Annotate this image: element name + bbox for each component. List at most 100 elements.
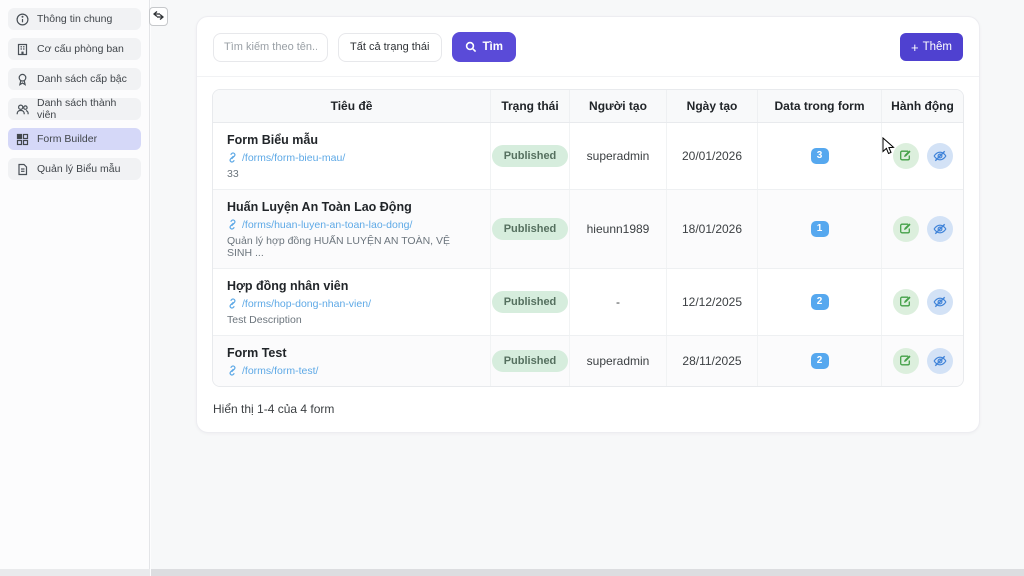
- form-title-cell: Huấn Luyện An Toàn Lao Động/forms/huan-l…: [213, 190, 491, 268]
- form-description: Quản lý hợp đồng HUẤN LUYỆN AN TOÀN, VỆ …: [227, 235, 476, 259]
- edit-button[interactable]: [893, 289, 919, 315]
- search-icon: [465, 41, 477, 53]
- status-cell: Published: [491, 123, 570, 189]
- form-title: Huấn Luyện An Toàn Lao Động: [227, 199, 412, 216]
- status-badge: Published: [492, 218, 569, 240]
- actions-cell: [882, 336, 963, 386]
- creator-value: superadmin: [587, 149, 650, 163]
- date-value: 28/11/2025: [682, 354, 741, 368]
- unpublish-button[interactable]: [927, 216, 953, 242]
- link-icon: [227, 152, 238, 163]
- table-row: Hợp đồng nhân viên/forms/hop-dong-nhan-v…: [213, 269, 963, 336]
- forms-table: Tiêu đề Trạng thái Người tạo Ngày tạo Da…: [212, 89, 964, 387]
- col-header-date: Ngày tạo: [667, 90, 758, 122]
- data-count-cell: 3: [758, 123, 882, 189]
- data-count-badge: 2: [811, 294, 829, 310]
- form-description: Test Description: [227, 314, 302, 326]
- status-filter-select[interactable]: Tất cả trạng thái: [338, 33, 442, 62]
- form-link[interactable]: /forms/form-bieu-mau/: [227, 152, 345, 164]
- sidebar-item-danh-sach-cap-bac[interactable]: Danh sách cấp bậc: [8, 68, 141, 90]
- sidebar-item-quan-ly-bieu-mau[interactable]: Quản lý Biểu mẫu: [8, 158, 141, 180]
- col-header-data-count: Data trong form: [758, 90, 882, 122]
- date-cell: 20/01/2026: [667, 123, 758, 189]
- sidebar-item-co-cau-phong-ban[interactable]: Cơ cấu phòng ban: [8, 38, 141, 60]
- building-icon: [16, 43, 29, 56]
- unpublish-button[interactable]: [927, 289, 953, 315]
- edit-button[interactable]: [893, 348, 919, 374]
- date-cell: 12/12/2025: [667, 269, 758, 335]
- sidebar-item-thong-tin-chung[interactable]: Thông tin chung: [8, 8, 141, 30]
- status-cell: Published: [491, 336, 570, 386]
- col-header-actions: Hành động: [882, 90, 963, 122]
- status-filter-value: Tất cả trạng thái: [350, 41, 430, 53]
- data-count-cell: 2: [758, 336, 882, 386]
- table-body: Form Biểu mẫu/forms/form-bieu-mau/33Publ…: [213, 123, 963, 386]
- sidebar-item-form-builder[interactable]: Form Builder: [8, 128, 141, 150]
- data-count-badge: 1: [811, 221, 829, 237]
- results-count: Hiển thị 1-4 của 4 form: [197, 387, 979, 432]
- form-link-path: /forms/form-test/: [242, 365, 318, 377]
- sidebar-item-label: Thông tin chung: [37, 13, 112, 25]
- col-header-title: Tiêu đề: [213, 90, 491, 122]
- bottom-scrollbar[interactable]: [151, 569, 1024, 576]
- date-cell: 18/01/2026: [667, 190, 758, 268]
- sidebar: Thông tin chung Cơ cấu phòng ban Danh sá…: [0, 0, 150, 569]
- status-badge: Published: [492, 291, 569, 313]
- sidebar-toggle-button[interactable]: [149, 7, 168, 26]
- sidebar-item-label: Cơ cấu phòng ban: [37, 43, 124, 55]
- edit-icon: [899, 149, 912, 162]
- data-count-badge: 2: [811, 353, 829, 369]
- actions-cell: [882, 190, 963, 268]
- eye-off-icon: [933, 222, 947, 236]
- form-description: 33: [227, 168, 239, 180]
- form-title-cell: Hợp đồng nhân viên/forms/hop-dong-nhan-v…: [213, 269, 491, 335]
- plus-icon: +: [911, 41, 919, 54]
- form-link-path: /forms/huan-luyen-an-toan-lao-dong/: [242, 219, 412, 231]
- data-count-cell: 1: [758, 190, 882, 268]
- creator-cell: superadmin: [570, 123, 667, 189]
- table-header-row: Tiêu đề Trạng thái Người tạo Ngày tạo Da…: [213, 90, 963, 123]
- actions-cell: [882, 269, 963, 335]
- unpublish-button[interactable]: [927, 348, 953, 374]
- date-value: 18/01/2026: [682, 222, 742, 236]
- sidebar-item-danh-sach-thanh-vien[interactable]: Danh sách thành viên: [8, 98, 141, 120]
- edit-button[interactable]: [893, 216, 919, 242]
- form-link-path: /forms/hop-dong-nhan-vien/: [242, 298, 371, 310]
- medal-icon: [16, 73, 29, 86]
- form-link[interactable]: /forms/hop-dong-nhan-vien/: [227, 298, 371, 310]
- forms-card: Tất cả trạng thái Tìm + Thêm Tiêu đề Trạ…: [196, 16, 980, 433]
- collapse-arrows-icon: [153, 10, 164, 24]
- find-button-label: Tìm: [483, 41, 503, 53]
- add-button[interactable]: + Thêm: [900, 33, 963, 61]
- status-cell: Published: [491, 269, 570, 335]
- date-cell: 28/11/2025: [667, 336, 758, 386]
- date-value: 12/12/2025: [682, 295, 742, 309]
- search-input[interactable]: [213, 33, 328, 62]
- edit-icon: [899, 222, 912, 235]
- table-row: Form Test/forms/form-test/Published super…: [213, 336, 963, 386]
- form-title-cell: Form Biểu mẫu/forms/form-bieu-mau/33: [213, 123, 491, 189]
- creator-value: superadmin: [587, 354, 650, 368]
- creator-value: hieunn1989: [587, 222, 650, 236]
- eye-off-icon: [933, 295, 947, 309]
- edit-button[interactable]: [893, 143, 919, 169]
- unpublish-button[interactable]: [927, 143, 953, 169]
- creator-value: -: [616, 295, 620, 309]
- form-link[interactable]: /forms/huan-luyen-an-toan-lao-dong/: [227, 219, 412, 231]
- link-icon: [227, 219, 238, 230]
- link-icon: [227, 298, 238, 309]
- data-count-badge: 3: [811, 148, 829, 164]
- form-title-cell: Form Test/forms/form-test/: [213, 336, 491, 386]
- users-icon: [16, 103, 29, 116]
- data-count-cell: 2: [758, 269, 882, 335]
- form-title: Hợp đồng nhân viên: [227, 278, 348, 295]
- link-icon: [227, 365, 238, 376]
- creator-cell: superadmin: [570, 336, 667, 386]
- find-button[interactable]: Tìm: [452, 32, 516, 62]
- date-value: 20/01/2026: [682, 149, 742, 163]
- form-link[interactable]: /forms/form-test/: [227, 365, 318, 377]
- main-content: Tất cả trạng thái Tìm + Thêm Tiêu đề Trạ…: [151, 0, 1024, 569]
- status-cell: Published: [491, 190, 570, 268]
- sidebar-item-label: Form Builder: [37, 133, 97, 145]
- actions-cell: [882, 123, 963, 189]
